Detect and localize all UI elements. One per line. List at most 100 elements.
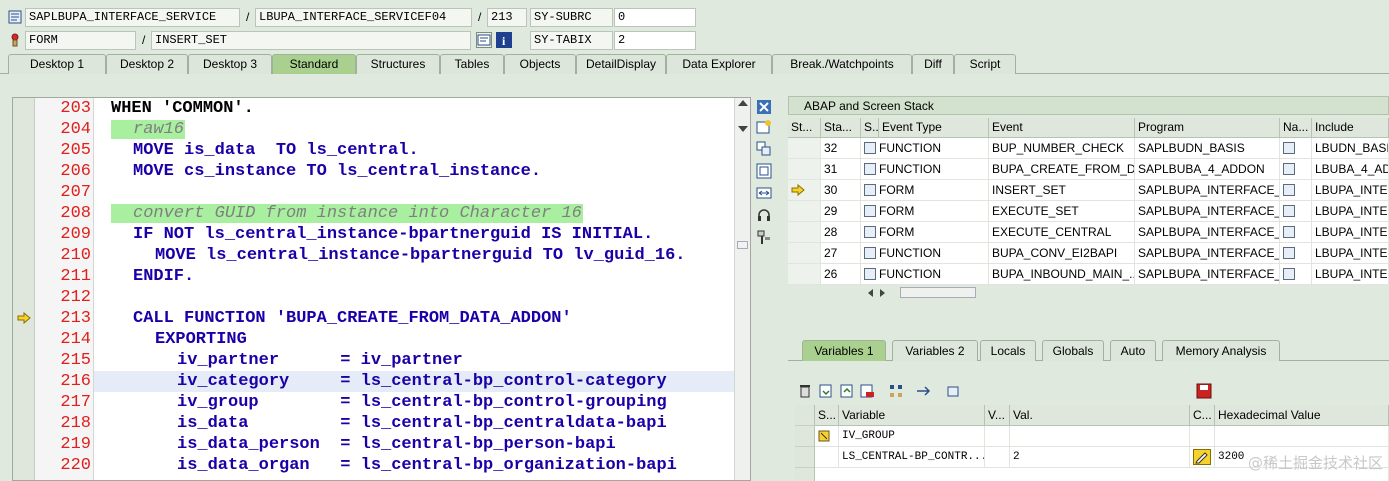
variable-value[interactable] <box>1010 426 1190 447</box>
column-header[interactable]: Variable <box>839 405 985 426</box>
export-icon[interactable] <box>839 383 855 399</box>
scroll-thumb[interactable] <box>737 241 748 249</box>
tab-breakpoints[interactable]: Break./Watchpoints <box>772 54 912 74</box>
navigate-icon[interactable] <box>1283 184 1295 196</box>
scroll-down-icon[interactable] <box>738 126 748 132</box>
table-row[interactable]: 31 FUNCTION BUPA_CREATE_FROM_D... SAPLBU… <box>788 159 1389 180</box>
column-header[interactable]: Hexadecimal Value <box>1215 405 1389 426</box>
navigate-icon[interactable] <box>1283 205 1295 217</box>
row-selector[interactable] <box>795 405 815 426</box>
table-row[interactable]: 29 FORM EXECUTE_SET SAPLBUPA_INTERFACE_.… <box>788 201 1389 222</box>
remove-rows-icon[interactable] <box>859 383 875 399</box>
table-row[interactable]: 26 FUNCTION BUPA_INBOUND_MAIN_... SAPLBU… <box>788 264 1389 285</box>
tab-locals[interactable]: Locals <box>980 340 1036 361</box>
scroll-right-icon[interactable] <box>880 289 885 297</box>
column-header[interactable]: Include <box>1312 118 1389 138</box>
nav-cell[interactable] <box>1280 243 1312 264</box>
navigate-icon[interactable] <box>1283 163 1295 175</box>
table-row[interactable]: 28 FORM EXECUTE_CENTRAL SAPLBUPA_INTERFA… <box>788 222 1389 243</box>
navigate-icon[interactable] <box>1283 226 1295 238</box>
stack-horizontal-scrollbar[interactable] <box>863 286 976 300</box>
tab-structures[interactable]: Structures <box>356 54 440 74</box>
variable-change[interactable] <box>1190 447 1215 468</box>
column-header[interactable]: Event Type <box>879 118 989 138</box>
tab-variables-2[interactable]: Variables 2 <box>892 340 978 361</box>
code-text-area[interactable]: WHEN 'COMMON'. raw16 MOVE is_data TO ls_… <box>94 98 734 480</box>
delete-icon[interactable] <box>797 383 813 399</box>
info-icon[interactable]: i <box>496 32 512 48</box>
row-selector[interactable] <box>795 426 815 447</box>
structure-icon[interactable] <box>888 383 904 399</box>
variable-name[interactable]: LS_CENTRAL-BP_CONTR... <box>839 447 985 468</box>
navigate-icon[interactable] <box>1283 247 1295 259</box>
close-pane-icon[interactable] <box>756 99 772 115</box>
column-header[interactable]: V... <box>985 405 1010 426</box>
include-field[interactable]: LBUPA_INTERFACE_SERVICEF04 <box>255 8 472 27</box>
import-icon[interactable] <box>818 383 834 399</box>
navigate-icon[interactable] <box>1283 142 1295 154</box>
column-header[interactable]: Program <box>1135 118 1280 138</box>
scroll-left-icon[interactable] <box>868 289 873 297</box>
sysfield-value-2[interactable]: 2 <box>614 31 696 50</box>
tab-variables-1[interactable]: Variables 1 <box>802 340 886 361</box>
sysfield-name-2[interactable]: SY-TABIX <box>530 31 613 50</box>
sysfield-value-1[interactable]: 0 <box>614 8 696 27</box>
maximize-icon[interactable] <box>756 163 772 179</box>
tab-detaildisplay[interactable]: DetailDisplay <box>576 54 666 74</box>
save-icon[interactable] <box>1196 383 1212 399</box>
scroll-up-icon[interactable] <box>738 100 748 106</box>
tab-objects[interactable]: Objects <box>504 54 576 74</box>
table-row[interactable]: 27 FUNCTION BUPA_CONV_EI2BAPI SAPLBUPA_I… <box>788 243 1389 264</box>
tab-desktop-2[interactable]: Desktop 2 <box>106 54 188 74</box>
pencil-icon[interactable] <box>1193 449 1211 465</box>
column-header[interactable]: Na... <box>1280 118 1312 138</box>
tab-auto[interactable]: Auto <box>1110 340 1156 361</box>
tab-script[interactable]: Script <box>954 54 1016 74</box>
variable-value[interactable]: 2 <box>1010 447 1190 468</box>
tab-data-explorer[interactable]: Data Explorer <box>666 54 772 74</box>
tab-diff[interactable]: Diff <box>912 54 954 74</box>
new-window-icon[interactable] <box>756 119 772 135</box>
nav-cell[interactable] <box>1280 159 1312 180</box>
event-type-field[interactable]: FORM <box>25 31 136 50</box>
program-field[interactable]: SAPLBUPA_INTERFACE_SERVICE <box>25 8 240 27</box>
swap-tool-icon[interactable] <box>756 141 772 157</box>
sysfield-name-1[interactable]: SY-SUBRC <box>530 8 613 27</box>
change-icon[interactable] <box>915 383 931 399</box>
table-row-current[interactable]: 30 FORM INSERT_SET SAPLBUPA_INTERFACE_..… <box>788 180 1389 201</box>
column-header[interactable]: S... <box>815 405 839 426</box>
nav-cell[interactable] <box>1280 180 1312 201</box>
scroll-thumb[interactable] <box>900 287 976 298</box>
tab-standard[interactable]: Standard <box>272 54 356 74</box>
column-header[interactable]: Event <box>989 118 1135 138</box>
nav-cell[interactable] <box>1280 138 1312 159</box>
tab-globals[interactable]: Globals <box>1042 340 1104 361</box>
tab-desktop-3[interactable]: Desktop 3 <box>188 54 272 74</box>
tab-memory-analysis[interactable]: Memory Analysis <box>1162 340 1280 361</box>
navigate-icon[interactable] <box>1283 268 1295 280</box>
line-number-field[interactable]: 213 <box>487 8 527 27</box>
column-header[interactable]: Val. <box>1010 405 1190 426</box>
navigate-icon[interactable] <box>476 32 492 48</box>
headset-icon[interactable] <box>756 207 772 223</box>
row-selector[interactable] <box>795 468 815 481</box>
resize-icon[interactable] <box>756 185 772 201</box>
event-field[interactable]: INSERT_SET <box>151 31 471 50</box>
column-header[interactable]: C... <box>1190 405 1215 426</box>
tab-desktop-1[interactable]: Desktop 1 <box>8 54 106 74</box>
source-code-editor[interactable]: 203 204 205 206 207 208 209 210 211 212 … <box>12 97 751 481</box>
table-row[interactable]: 32 FUNCTION BUP_NUMBER_CHECK SAPLBUDN_BA… <box>788 138 1389 159</box>
nav-cell[interactable] <box>1280 264 1312 285</box>
editor-vertical-scrollbar[interactable] <box>734 98 750 480</box>
nav-cell[interactable] <box>1280 201 1312 222</box>
column-header[interactable]: S... <box>861 118 879 138</box>
variable-name[interactable]: IV_GROUP <box>839 426 985 447</box>
column-header[interactable]: St... <box>788 118 821 138</box>
tools-icon[interactable] <box>756 229 772 245</box>
row-selector[interactable] <box>795 447 815 468</box>
column-header[interactable]: Sta... <box>821 118 861 138</box>
breakpoint-gutter[interactable] <box>13 98 35 480</box>
tab-tables[interactable]: Tables <box>440 54 504 74</box>
nav-cell[interactable] <box>1280 222 1312 243</box>
object-icon[interactable] <box>945 383 961 399</box>
